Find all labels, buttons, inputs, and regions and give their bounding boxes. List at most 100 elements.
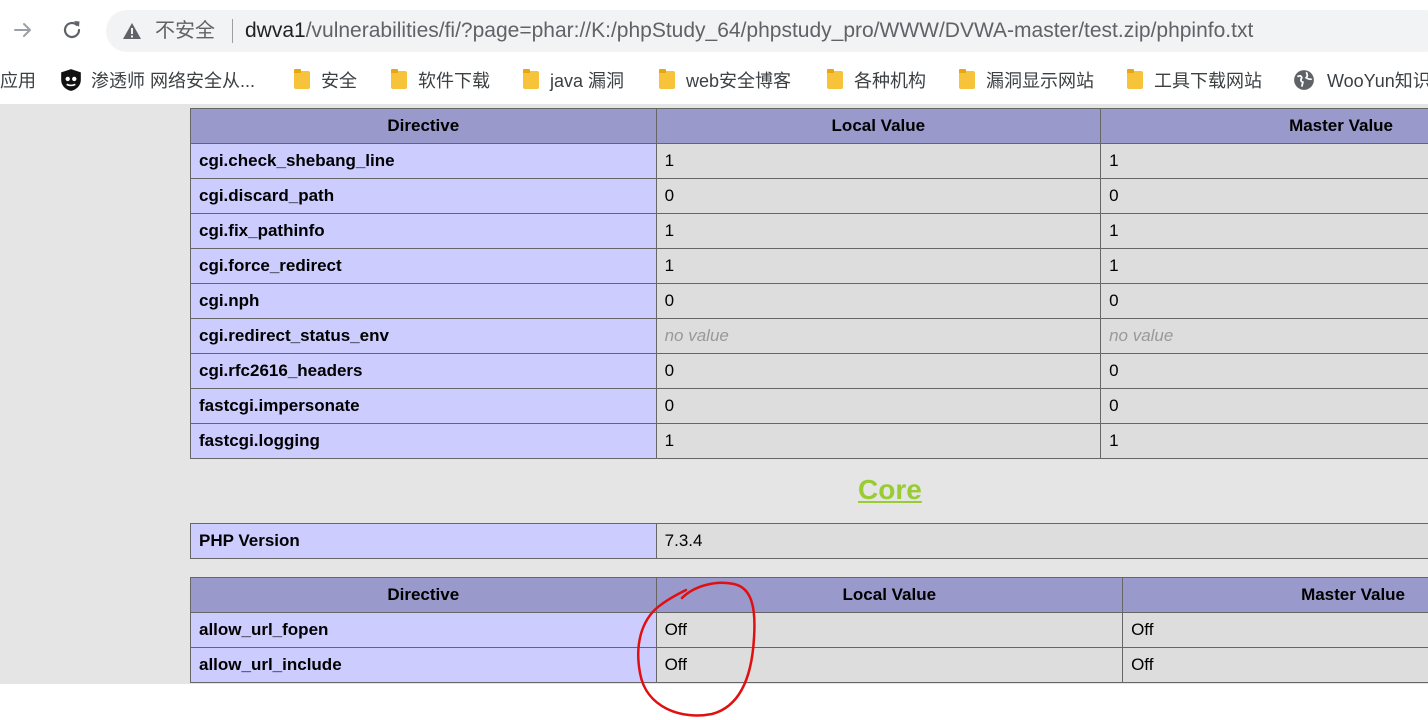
local-value-cell: Off [656, 648, 1123, 683]
column-header-local-value: Local Value [656, 109, 1100, 144]
php-version-table: PHP Version 7.3.4 [190, 523, 1428, 559]
bookmark-label: 软件下载 [418, 67, 490, 93]
local-value-cell: 1 [656, 424, 1100, 459]
column-header-directive: Directive [191, 578, 657, 613]
bookmark-label: 渗透师 网络安全从... [91, 67, 255, 93]
directive-cell: allow_url_fopen [191, 613, 657, 648]
reload-button[interactable] [56, 14, 88, 46]
url-host: dwva1 [245, 19, 306, 42]
directive-cell: allow_url_include [191, 648, 657, 683]
local-value-cell: 1 [656, 144, 1100, 179]
table-row: fastcgi.impersonate 0 0 [191, 389, 1428, 424]
bookmark-folder-software[interactable]: 软件下载 [391, 68, 490, 92]
bookmark-folder-web-blog[interactable]: web安全博客 [659, 68, 791, 92]
master-value-cell: 1 [1101, 424, 1428, 459]
master-value-cell: 0 [1101, 389, 1428, 424]
folder-icon [659, 71, 675, 89]
folder-icon [827, 71, 843, 89]
directive-cell: cgi.fix_pathinfo [191, 214, 657, 249]
folder-icon [959, 71, 975, 89]
bookmark-label: 各种机构 [854, 67, 926, 93]
bookmark-folder-vuln-sites[interactable]: 漏洞显示网站 [959, 68, 1094, 92]
directive-cell: cgi.check_shebang_line [191, 144, 657, 179]
bookmark-folder-orgs[interactable]: 各种机构 [827, 68, 926, 92]
column-header-master-value: Master Value [1123, 578, 1428, 613]
bookmark-folder-tools[interactable]: 工具下载网站 [1127, 68, 1262, 92]
bookmark-shentoushi[interactable]: 渗透师 网络安全从... [60, 68, 255, 92]
page-bottom-area [0, 684, 1428, 717]
core-section-link[interactable]: Core [858, 473, 922, 507]
table-row: fastcgi.logging 1 1 [191, 424, 1428, 459]
browser-chrome: 不安全 dwva1/vulnerabilities/fi/?page=phar:… [0, 0, 1428, 104]
table-row: cgi.redirect_status_env no value no valu… [191, 319, 1428, 354]
local-value-cell: 0 [656, 284, 1100, 319]
bookmarks-bar: 应用 渗透师 网络安全从... 安全 软件下载 java 漏洞 web安全博客 [0, 58, 1428, 102]
directive-cell: cgi.rfc2616_headers [191, 354, 657, 389]
master-value-cell: no value [1101, 319, 1428, 354]
omnibox-separator [232, 19, 233, 43]
table-header-row: Directive Local Value Master Value [191, 578, 1428, 613]
directive-cell: cgi.discard_path [191, 179, 657, 214]
directive-cell: cgi.redirect_status_env [191, 319, 657, 354]
bookmark-apps[interactable]: 应用 [0, 68, 36, 92]
table-row: cgi.fix_pathinfo 1 1 [191, 214, 1428, 249]
bookmark-folder-security[interactable]: 安全 [294, 68, 357, 92]
globe-icon [1293, 69, 1315, 91]
table-row: cgi.check_shebang_line 1 1 [191, 144, 1428, 179]
master-value-cell: 1 [1101, 249, 1428, 284]
table-row: cgi.rfc2616_headers 0 0 [191, 354, 1428, 389]
local-value-cell: Off [656, 613, 1123, 648]
security-label[interactable]: 不安全 [155, 19, 215, 43]
local-value-cell: 0 [656, 354, 1100, 389]
master-value-cell: 0 [1101, 284, 1428, 319]
table-row: allow_url_fopen Off Off [191, 613, 1428, 648]
bookmark-wooyun[interactable]: WooYun知识 [1293, 68, 1428, 92]
forward-button[interactable] [7, 14, 39, 46]
bookmark-label: 安全 [321, 67, 357, 93]
folder-icon [294, 71, 310, 89]
bookmark-folder-java[interactable]: java 漏洞 [523, 68, 624, 92]
php-version-label: PHP Version [191, 524, 657, 559]
master-value-cell: Off [1123, 648, 1428, 683]
warning-triangle-icon[interactable] [122, 21, 142, 41]
table-row: allow_url_include Off Off [191, 648, 1428, 683]
php-version-value: 7.3.4 [656, 524, 1428, 559]
url-text[interactable]: dwva1/vulnerabilities/fi/?page=phar://K:… [245, 18, 1253, 44]
master-value-cell: 0 [1101, 179, 1428, 214]
no-value-text: no value [665, 326, 729, 345]
reload-icon [60, 18, 84, 42]
folder-icon [523, 71, 539, 89]
bookmark-label: WooYun知识 [1327, 67, 1428, 93]
master-value-cell: 0 [1101, 354, 1428, 389]
table-row: PHP Version 7.3.4 [191, 524, 1428, 559]
master-value-cell: 1 [1101, 214, 1428, 249]
bookmark-label: 漏洞显示网站 [986, 67, 1094, 93]
column-header-directive: Directive [191, 109, 657, 144]
local-value-cell: 1 [656, 249, 1100, 284]
address-bar[interactable]: 不安全 dwva1/vulnerabilities/fi/?page=phar:… [106, 10, 1428, 52]
shield-logo-icon [60, 68, 82, 92]
column-header-master-value: Master Value [1101, 109, 1428, 144]
bookmark-label: 工具下载网站 [1154, 67, 1262, 93]
local-value-cell: 0 [656, 179, 1100, 214]
column-header-local-value: Local Value [656, 578, 1123, 613]
page-viewport: Directive Local Value Master Value cgi.c… [0, 104, 1428, 684]
master-value-cell: Off [1123, 613, 1428, 648]
local-value-cell: 1 [656, 214, 1100, 249]
directive-cell: cgi.nph [191, 284, 657, 319]
table-row: cgi.nph 0 0 [191, 284, 1428, 319]
master-value-cell: 1 [1101, 144, 1428, 179]
local-value-cell: 0 [656, 389, 1100, 424]
folder-icon [391, 71, 407, 89]
directive-cell: fastcgi.logging [191, 424, 657, 459]
local-value-cell: no value [656, 319, 1100, 354]
directive-cell: fastcgi.impersonate [191, 389, 657, 424]
directive-cell: cgi.force_redirect [191, 249, 657, 284]
table-row: cgi.discard_path 0 0 [191, 179, 1428, 214]
no-value-text: no value [1109, 326, 1173, 345]
arrow-right-icon [12, 19, 34, 41]
url-path: /vulnerabilities/fi/?page=phar://K:/phpS… [306, 19, 1254, 42]
table-header-row: Directive Local Value Master Value [191, 109, 1428, 144]
folder-icon [1127, 71, 1143, 89]
core-directives-table: Directive Local Value Master Value allow… [190, 577, 1428, 683]
